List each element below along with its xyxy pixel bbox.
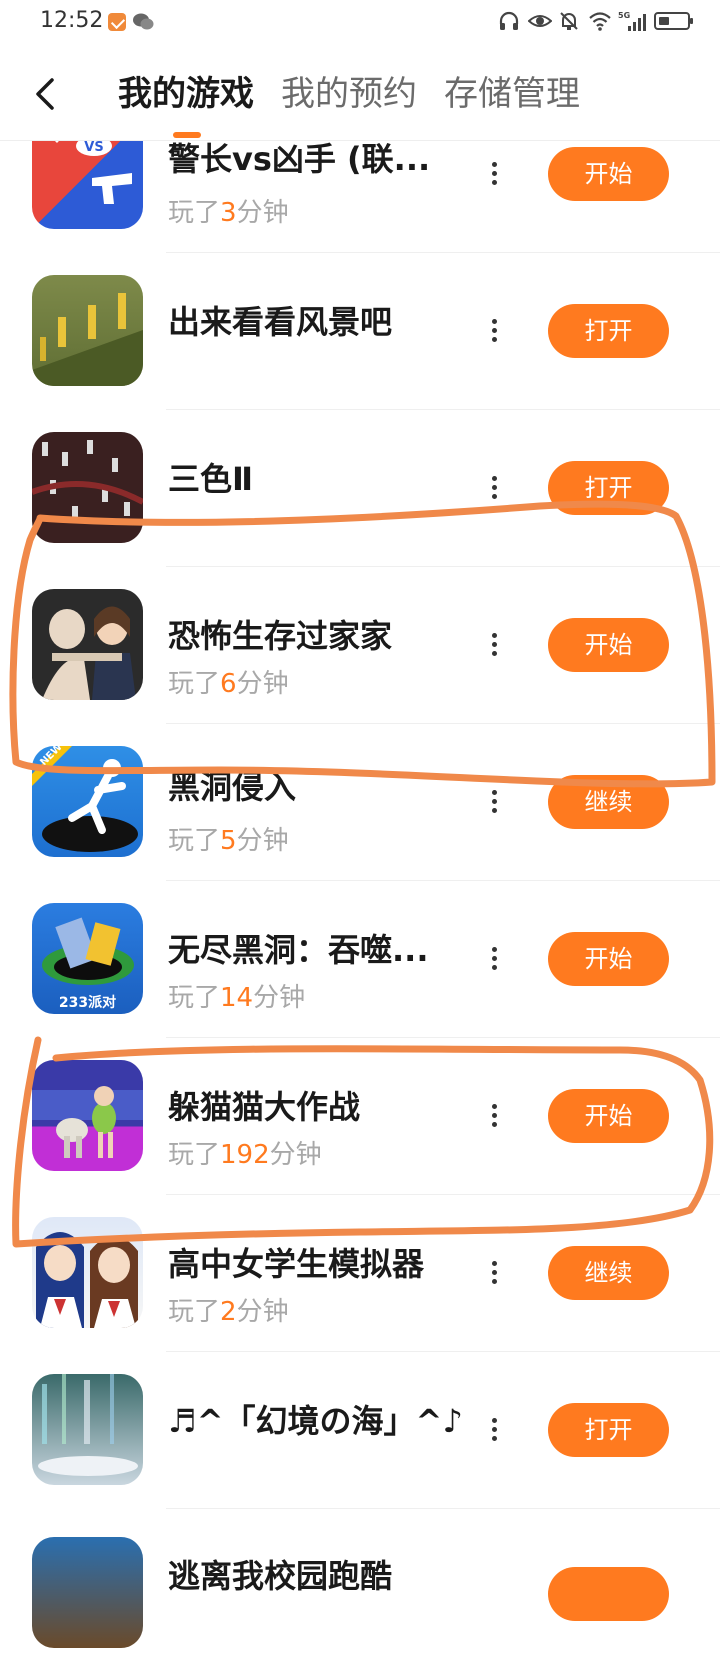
5g-signal-icon: 5G [618, 10, 646, 32]
game-title: ♬^「幻境の海」^♪ [168, 1402, 463, 1440]
start-button[interactable]: 开始 [548, 932, 669, 986]
back-arrow-icon[interactable] [30, 76, 60, 112]
wechat-icon [132, 12, 154, 32]
list-item[interactable]: 逃离我校园跑酷 [0, 1509, 720, 1666]
more-options-icon[interactable] [488, 947, 500, 973]
start-button[interactable]: 开始 [548, 147, 669, 201]
fantasy-sea-icon [32, 1374, 143, 1485]
headphones-icon [498, 10, 520, 32]
list-item[interactable]: ♬^「幻境の海」^♪ 打开 [0, 1352, 720, 1509]
more-options-icon[interactable] [488, 1261, 500, 1287]
list-item[interactable]: 恐怖生存过家家 玩了6分钟 开始 [0, 567, 720, 724]
game-title: 逃离我校园跑酷 [168, 1557, 393, 1595]
continue-button[interactable]: 继续 [548, 775, 669, 829]
shopping-app-icon [108, 13, 126, 31]
battery-icon [654, 12, 693, 30]
eye-icon [527, 10, 553, 32]
game-title: 黑洞侵入 [168, 768, 297, 806]
game-title: 出来看看风景吧 [168, 303, 393, 341]
scenery-game-icon [32, 275, 143, 386]
more-options-icon[interactable] [488, 1104, 500, 1130]
tab-storage-management[interactable]: 存储管理 [444, 72, 580, 116]
list-item[interactable]: 出来看看风景吧 打开 [0, 253, 720, 410]
game-title: 躲猫猫大作战 [168, 1088, 361, 1126]
more-options-icon[interactable] [488, 319, 500, 345]
wifi-icon [588, 10, 611, 32]
open-button[interactable]: 打开 [548, 1403, 669, 1457]
action-button[interactable] [548, 1567, 669, 1621]
endless-black-hole-icon: 233派对 [32, 903, 143, 1014]
game-title: 三色Ⅱ [168, 460, 254, 498]
open-button[interactable]: 打开 [548, 461, 669, 515]
list-item[interactable]: 233派对 无尽黑洞：吞噬... 玩了14分钟 开始 [0, 881, 720, 1038]
play-time: 玩了3分钟 [168, 198, 289, 228]
tab-my-games[interactable]: 我的游戏 [118, 72, 254, 116]
tab-my-reservations[interactable]: 我的预约 [281, 72, 417, 116]
mute-icon [558, 10, 580, 32]
black-hole-invasion-icon: NEW [32, 746, 143, 857]
high-school-girl-sim-icon [32, 1217, 143, 1328]
campus-parkour-icon [32, 1537, 143, 1648]
more-options-icon[interactable] [488, 476, 500, 502]
continue-button[interactable]: 继续 [548, 1246, 669, 1300]
active-tab-indicator [173, 132, 201, 138]
open-button[interactable]: 打开 [548, 304, 669, 358]
game-title: 高中女学生模拟器 [168, 1245, 425, 1283]
game-title: 无尽黑洞：吞噬... [168, 931, 429, 969]
play-time: 玩了2分钟 [168, 1297, 289, 1327]
more-options-icon[interactable] [488, 633, 500, 659]
more-options-icon[interactable] [488, 1418, 500, 1444]
start-button[interactable]: 开始 [548, 618, 669, 672]
more-options-icon[interactable] [488, 790, 500, 816]
top-navigation: 我的游戏 我的预约 存储管理 [0, 46, 720, 141]
play-time: 玩了6分钟 [168, 669, 289, 699]
horror-survival-icon [32, 589, 143, 700]
game-title: 恐怖生存过家家 [168, 617, 393, 655]
play-time: 玩了5分钟 [168, 826, 289, 856]
play-time: 玩了14分钟 [168, 983, 306, 1013]
svg-text:5G: 5G [618, 11, 630, 20]
game-list: VS 警长vs凶手 (联... 玩了3分钟 开始 出来看看风景吧 打开 三色Ⅱ … [0, 0, 720, 1648]
svg-text:VS: VS [84, 140, 103, 155]
start-button[interactable]: 开始 [548, 1089, 669, 1143]
list-item[interactable]: 高中女学生模拟器 玩了2分钟 继续 [0, 1195, 720, 1352]
status-bar: 12:52 5G [0, 0, 720, 46]
list-item[interactable]: 躲猫猫大作战 玩了192分钟 开始 [0, 1038, 720, 1195]
status-time: 12:52 [40, 8, 104, 33]
icon-brand-text: 233派对 [58, 995, 117, 1011]
play-time: 玩了192分钟 [168, 1140, 322, 1170]
more-options-icon[interactable] [488, 162, 500, 188]
list-item[interactable]: NEW 黑洞侵入 玩了5分钟 继续 [0, 724, 720, 881]
three-colors-icon [32, 432, 143, 543]
list-item[interactable]: 三色Ⅱ 打开 [0, 410, 720, 567]
hide-and-seek-icon [32, 1060, 143, 1171]
